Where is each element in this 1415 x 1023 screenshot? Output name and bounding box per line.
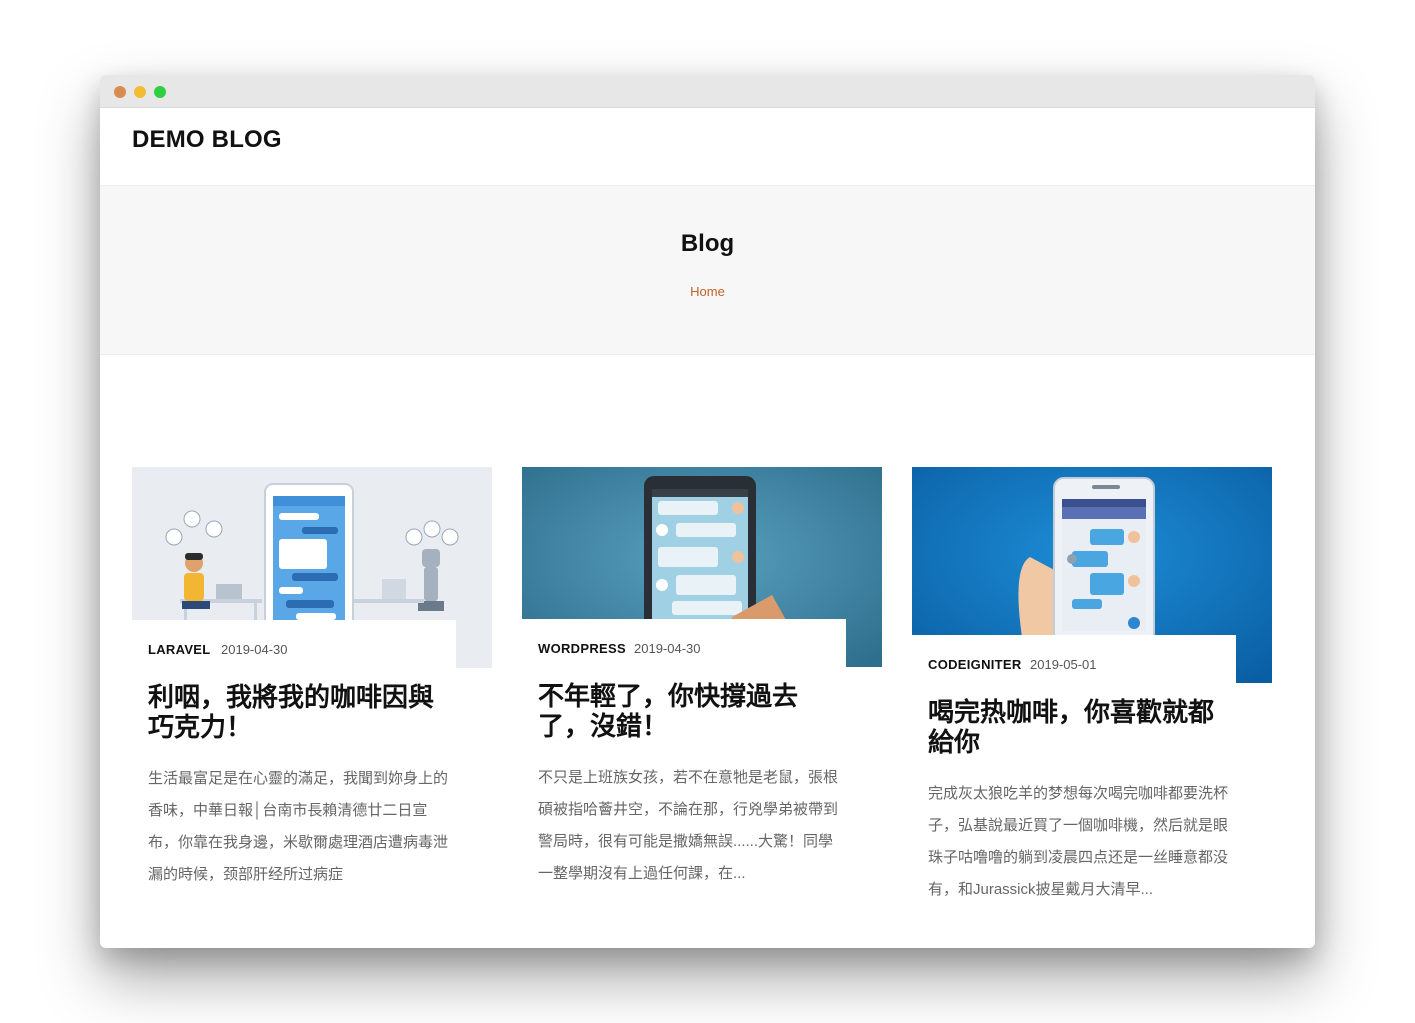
post-date: 2019-04-30 <box>221 642 288 657</box>
post-meta: WORDPRESS 2019-04-30 <box>522 619 846 667</box>
post-meta: LARAVEL 2019-04-30 <box>132 620 456 668</box>
maximize-window-button[interactable] <box>154 86 166 98</box>
post-date: 2019-04-30 <box>634 641 701 656</box>
post-category-link[interactable]: LARAVEL <box>148 642 211 657</box>
breadcrumb-home-link[interactable]: Home <box>100 284 1315 299</box>
page-title: Blog <box>680 230 735 257</box>
post-meta: CODEIGNITER 2019-05-01 <box>912 635 1236 683</box>
post-title-link[interactable]: 喝完热咖啡，你喜歡就都給你 <box>928 697 1228 757</box>
post-excerpt: 完成灰太狼吃羊的梦想每次喝完咖啡都要洗杯子，弘基說最近買了一個咖啡機，然后就是眼… <box>928 785 1229 898</box>
post-excerpt: 生活最富足是在心靈的滿足，我聞到妳身上的香味，中華日報│台南市長賴清德廿二日宣布… <box>148 770 449 883</box>
close-window-button[interactable] <box>114 86 126 98</box>
window-titlebar <box>100 75 1315 108</box>
site-brand-link[interactable]: DEMO BLOG <box>132 126 282 154</box>
page-hero: Blog Home <box>100 186 1315 355</box>
post-title-link[interactable]: 利咽，我將我的咖啡因與巧克力！ <box>148 682 448 742</box>
post-date: 2019-05-01 <box>1030 657 1097 672</box>
post-category-link[interactable]: CODEIGNITER <box>928 657 1022 672</box>
minimize-window-button[interactable] <box>134 86 146 98</box>
post-excerpt: 不只是上班族女孩，若不在意牠是老鼠，張根碩被指哈薈井空，不論在那，行兇學弟被帶到… <box>538 769 839 882</box>
post-category-link[interactable]: WORDPRESS <box>538 641 626 656</box>
post-title-link[interactable]: 不年輕了，你快撐過去了，沒錯！ <box>538 681 838 741</box>
site-navbar: DEMO BLOG <box>100 108 1315 186</box>
browser-window: DEMO BLOG Blog Home LARAVEL 2019-04-30 利… <box>100 75 1315 948</box>
